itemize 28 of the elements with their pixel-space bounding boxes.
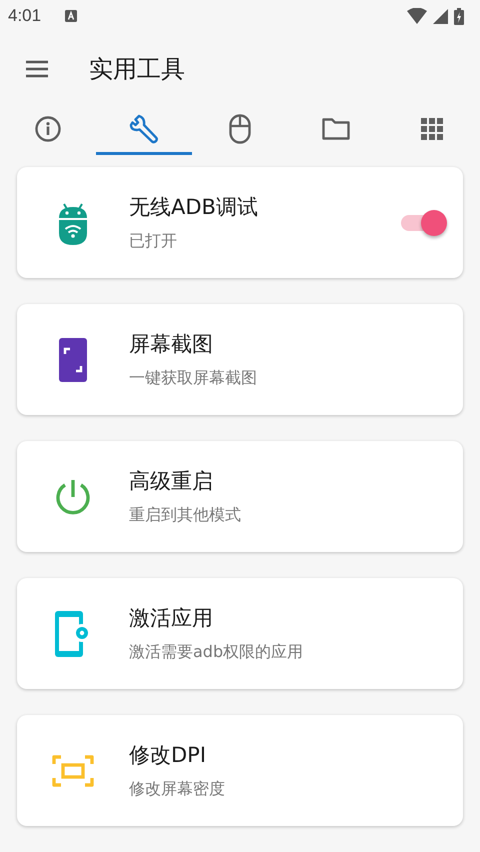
- tool-card[interactable]: 激活应用 激活需要adb权限的应用: [17, 578, 463, 689]
- wrench-icon: [129, 114, 159, 144]
- wifi-icon: [407, 8, 427, 24]
- tool-card[interactable]: 无线ADB调试 已打开: [17, 167, 463, 278]
- tool-title: 修改DPI: [129, 742, 208, 769]
- info-icon: [34, 114, 62, 142]
- folder-icon: [322, 118, 350, 140]
- tool-card[interactable]: 屏幕截图 一键获取屏幕截图: [17, 304, 463, 415]
- tool-title: 无线ADB调试: [129, 194, 259, 221]
- apps-icon: [421, 118, 443, 140]
- tool-subtitle: 一键获取屏幕截图: [129, 368, 258, 389]
- tool-title: 激活应用: [129, 605, 214, 632]
- tool-title: 高级重启: [129, 468, 214, 495]
- tool-subtitle: 激活需要adb权限的应用: [129, 642, 304, 663]
- tool-subtitle: 已打开: [129, 231, 178, 252]
- tool-subtitle: 重启到其他模式: [129, 505, 242, 526]
- tool-card[interactable]: 高级重启 重启到其他模式: [17, 441, 463, 552]
- tool-title: 屏幕截图: [129, 331, 214, 358]
- signal-icon: [433, 8, 448, 24]
- app-title: 实用工具: [89, 54, 185, 84]
- tool-subtitle: 修改屏幕密度: [129, 779, 226, 800]
- tool-card[interactable]: 修改DPI 修改屏幕密度: [17, 715, 463, 826]
- mouse-icon: [229, 114, 251, 144]
- menu-icon: [25, 60, 49, 78]
- notification-icon: [65, 10, 78, 22]
- battery-icon: [454, 8, 464, 24]
- toggle-switch[interactable]: [401, 208, 447, 238]
- status-time: 4:01: [8, 6, 42, 26]
